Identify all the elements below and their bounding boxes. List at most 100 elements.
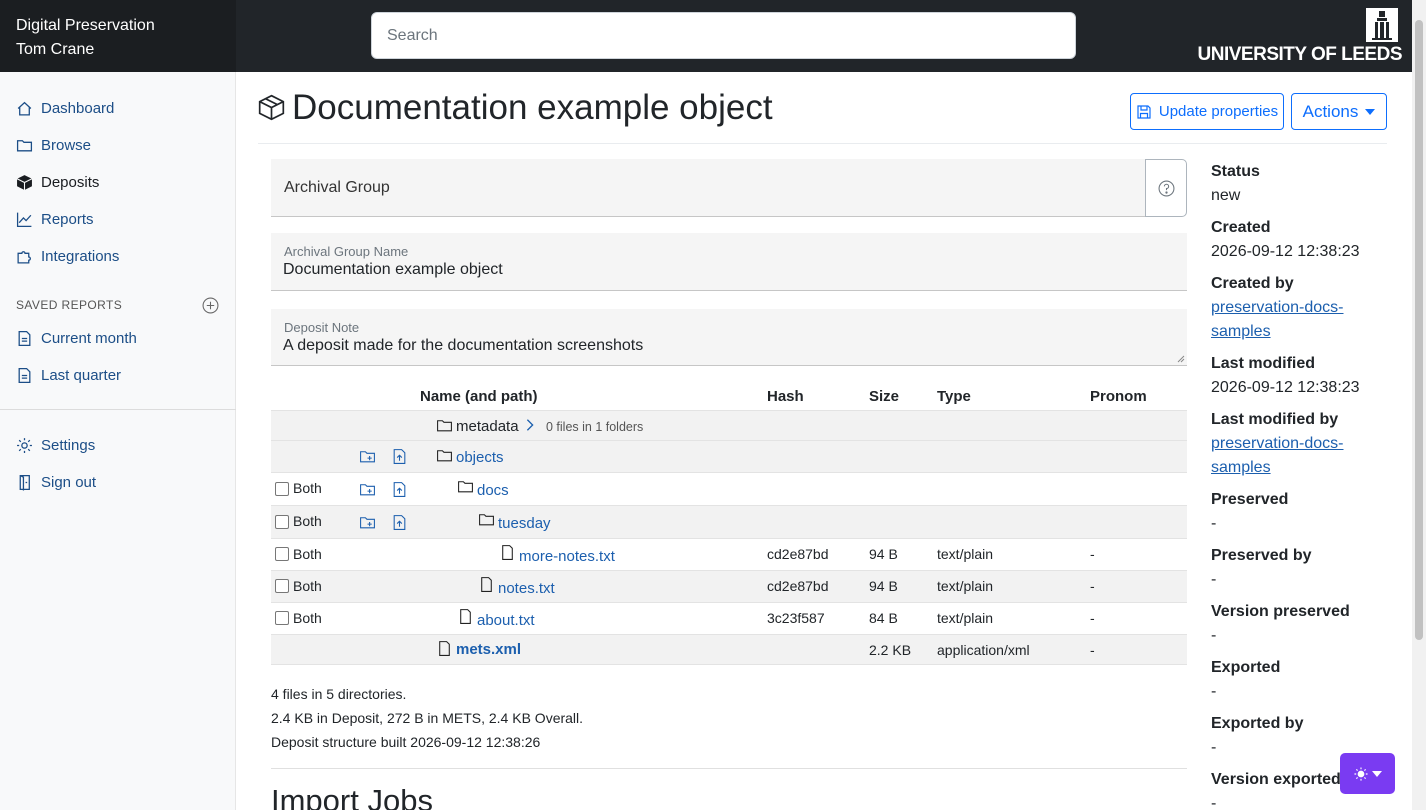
sidebar-item-settings[interactable]: Settings xyxy=(16,433,95,457)
meta-label: Version preserved xyxy=(1211,603,1350,620)
type-cell: text/plain xyxy=(937,578,994,594)
upload-file-icon[interactable] xyxy=(391,481,408,498)
help-button[interactable] xyxy=(1145,159,1187,217)
sidebar-item-label: Browse xyxy=(41,136,92,154)
meta-label: Preserved by xyxy=(1211,547,1312,564)
caret-down-icon xyxy=(1365,108,1376,115)
actions-label: Actions xyxy=(1302,101,1359,121)
checkbox-label: Both xyxy=(293,578,322,594)
brand[interactable]: Digital Preservation Tom Crane xyxy=(0,0,236,72)
meta-label: Created by xyxy=(1211,275,1294,292)
scrollbar-thumb[interactable] xyxy=(1415,20,1423,640)
sidebar-item-sign-out[interactable]: Sign out xyxy=(16,470,96,494)
type-cell: text/plain xyxy=(937,610,994,626)
sidebar-item-integrations[interactable]: Integrations xyxy=(16,244,119,268)
table-row: Both docs xyxy=(271,473,1187,506)
upload-file-icon[interactable] xyxy=(391,514,408,531)
sidebar-item-deposits[interactable]: Deposits xyxy=(16,170,99,194)
saved-report-current-month[interactable]: Current month xyxy=(16,326,137,350)
archival-group-text: Archival Group xyxy=(284,179,390,196)
chevron-right-icon[interactable] xyxy=(523,418,537,432)
select-checkbox[interactable] xyxy=(275,579,289,593)
sidebar-item-label: Reports xyxy=(41,210,94,228)
file-link[interactable]: notes.txt xyxy=(498,580,555,597)
hash-cell: cd2e87bd xyxy=(767,546,829,562)
sidebar-item-label: Integrations xyxy=(41,247,120,265)
select-checkbox[interactable] xyxy=(275,515,289,529)
column-header-hash: Hash xyxy=(767,388,804,405)
version-exported-value: - xyxy=(1211,795,1217,810)
folder-icon xyxy=(16,139,33,151)
table-row: Both notes.txt cd2e87bd 94 B text/plain … xyxy=(271,571,1187,603)
sun-icon xyxy=(1353,766,1368,781)
folder-link[interactable]: objects xyxy=(456,449,504,466)
meta-label: Exported xyxy=(1211,659,1281,676)
field-value: Documentation example object xyxy=(283,261,503,278)
university-logo[interactable]: UNIVERSITY OF LEEDS xyxy=(1198,8,1403,68)
size-cell: 2.2 KB xyxy=(869,642,912,658)
sidebar-item-reports[interactable]: Reports xyxy=(16,207,94,231)
archival-group-field[interactable]: Archival Group xyxy=(271,159,1146,217)
folder-icon xyxy=(437,450,452,462)
house-icon xyxy=(17,101,32,116)
pronom-cell: - xyxy=(1090,578,1095,594)
metadata-panel: Status new Created 2026-09-12 12:38:23 C… xyxy=(1211,160,1391,810)
summary-sizes: 2.4 KB in Deposit, 272 B in METS, 2.4 KB… xyxy=(271,710,584,726)
archival-group-name-field[interactable]: Archival Group Name Documentation exampl… xyxy=(271,233,1187,291)
sidebar: Dashboard Browse Deposits Reports Integr… xyxy=(0,72,236,810)
upload-file-icon[interactable] xyxy=(391,448,408,465)
sidebar-item-label: Settings xyxy=(41,436,96,454)
table-row-objects: objects xyxy=(271,441,1187,473)
new-folder-icon[interactable] xyxy=(359,481,376,498)
deposit-note-field[interactable]: Deposit Note A deposit made for the docu… xyxy=(271,309,1187,366)
sidebar-divider xyxy=(0,409,236,410)
search-input[interactable] xyxy=(371,12,1076,59)
folder-link[interactable]: tuesday xyxy=(498,515,551,532)
checkbox-label: Both xyxy=(293,546,322,562)
table-row-metadata: metadata 0 files in 1 folders xyxy=(271,410,1187,441)
created-by-link[interactable]: preservation-docs-samples xyxy=(1211,296,1391,344)
app-name: Digital Preservation xyxy=(16,17,155,34)
meta-label: Exported by xyxy=(1211,715,1304,732)
file-link[interactable]: more-notes.txt xyxy=(519,548,615,565)
meta-label: Preserved xyxy=(1211,491,1289,508)
sidebar-item-browse[interactable]: Browse xyxy=(16,133,91,157)
box-icon xyxy=(16,174,33,190)
mets-file-link[interactable]: mets.xml xyxy=(456,641,521,658)
field-label: Archival Group Name xyxy=(284,244,409,259)
sidebar-item-dashboard[interactable]: Dashboard xyxy=(16,96,114,120)
folder-info: 0 files in 1 folders xyxy=(546,420,644,434)
resize-handle-icon[interactable] xyxy=(1177,355,1185,363)
file-icon xyxy=(439,641,450,656)
size-cell: 94 B xyxy=(869,578,898,594)
actions-dropdown-button[interactable]: Actions xyxy=(1291,93,1387,130)
folder-link[interactable]: docs xyxy=(477,482,509,499)
sidebar-item-label: Dashboard xyxy=(41,99,115,117)
pronom-cell: - xyxy=(1090,642,1095,658)
user-name: Tom Crane xyxy=(16,41,95,58)
update-properties-button[interactable]: Update properties xyxy=(1130,93,1284,130)
university-name: UNIVERSITY OF LEEDS xyxy=(1197,44,1403,65)
last-modified-by-link[interactable]: preservation-docs-samples xyxy=(1211,432,1391,480)
column-header-size: Size xyxy=(869,388,900,405)
select-checkbox[interactable] xyxy=(275,611,289,625)
status-value: new xyxy=(1211,187,1241,204)
select-checkbox[interactable] xyxy=(275,547,289,561)
new-folder-icon[interactable] xyxy=(359,514,376,531)
select-checkbox[interactable] xyxy=(275,482,289,496)
table-row: Both more-notes.txt cd2e87bd 94 B text/p… xyxy=(271,539,1187,571)
file-link[interactable]: about.txt xyxy=(477,612,535,629)
preserved-by-value: - xyxy=(1211,571,1217,588)
save-icon xyxy=(1137,104,1151,119)
box-icon xyxy=(258,94,285,121)
file-icon xyxy=(460,609,471,624)
table-row: Both tuesday xyxy=(271,506,1187,539)
scrollbar[interactable] xyxy=(1412,0,1426,810)
add-report-icon[interactable] xyxy=(202,297,219,314)
folder-icon xyxy=(437,420,452,432)
pronom-cell: - xyxy=(1090,546,1095,562)
saved-report-last-quarter[interactable]: Last quarter xyxy=(16,363,121,387)
theme-toggle-button[interactable] xyxy=(1340,753,1395,794)
summary-built: Deposit structure built 2026-09-12 12:38… xyxy=(271,734,541,750)
new-folder-icon[interactable] xyxy=(359,448,376,465)
